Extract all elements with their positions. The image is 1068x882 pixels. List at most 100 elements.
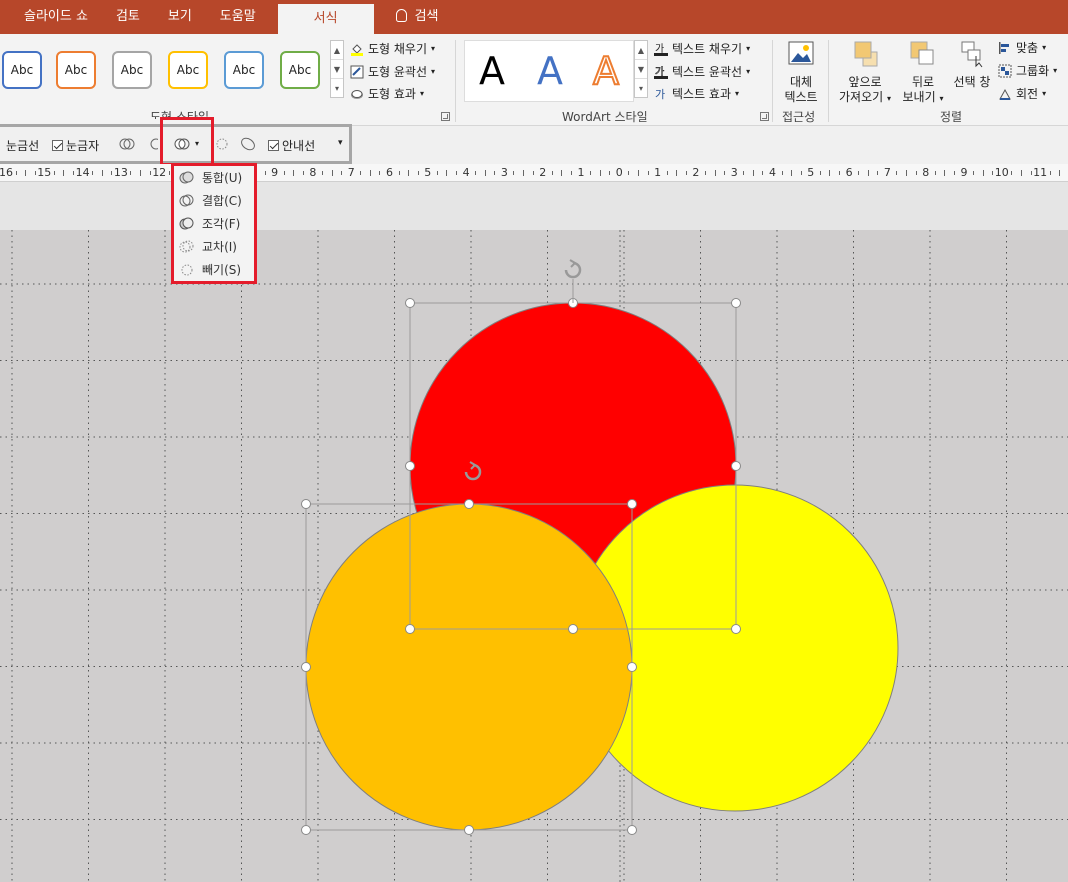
combine-shapes-icon[interactable] (148, 136, 158, 152)
gallery-scrollbar[interactable]: ▲ ▼ ▾ (330, 40, 344, 98)
group-separator (828, 40, 829, 122)
shape-style-thumbnail[interactable]: Abc (2, 51, 42, 89)
ruler-checkbox[interactable]: 눈금자 (52, 137, 99, 154)
tab-view[interactable]: 보기 (154, 0, 206, 34)
ruler-tick (704, 171, 706, 175)
tab-format[interactable]: 서식 (277, 4, 374, 34)
fragment-shapes-icon[interactable] (240, 136, 256, 152)
horizontal-ruler[interactable]: 1615141312111098765432101234567891011 (0, 164, 1068, 182)
alt-text-button[interactable]: 대체 텍스트 (782, 40, 820, 105)
shape-effects-button[interactable]: 도형 효과 ▾ (350, 85, 424, 102)
ruler-tick (570, 171, 572, 175)
text-effects-button[interactable]: 가 텍스트 효과 ▾ (654, 85, 739, 102)
align-label: 맞춤 (1016, 41, 1039, 55)
wordart-gallery[interactable]: A A A (464, 40, 634, 102)
ruler-tick-label: 8 (922, 166, 930, 179)
dropdown-arrow-icon: ▾ (746, 67, 751, 76)
shape-style-thumbnail[interactable]: Abc (224, 51, 264, 89)
menu-item-fragment[interactable]: 조각(F) (179, 215, 240, 232)
menu-item-label: 조각(F) (202, 217, 241, 231)
wordart-style[interactable]: A (592, 48, 620, 94)
align-button[interactable]: 맞춤 ▾ (998, 39, 1046, 56)
ruler-tick (561, 170, 563, 176)
ruler-tick-label: 16 (0, 166, 13, 179)
ruler-tick (666, 171, 668, 175)
ruler-tick (283, 171, 285, 175)
dialog-launcher-icon[interactable] (441, 112, 450, 121)
ruler-tick (523, 170, 525, 176)
dropdown-arrow-icon: ▾ (419, 89, 424, 98)
ruler-tick (398, 171, 400, 175)
shape-style-thumbnail[interactable]: Abc (56, 51, 96, 89)
menu-item-union[interactable]: 통합(U) (179, 169, 242, 186)
shape-style-thumbnail[interactable]: Abc (168, 51, 208, 89)
text-fill-icon: 가 (654, 43, 668, 56)
menu-item-intersect[interactable]: 교차(I) (179, 238, 237, 255)
guides-checkbox[interactable]: 안내선 (268, 137, 315, 154)
ruler-tick (973, 171, 975, 175)
ruler-tick-label: 2 (692, 166, 700, 179)
subtract-shapes-icon[interactable] (214, 136, 230, 152)
ruler-tick (63, 170, 65, 176)
ruler-tick (15, 171, 17, 175)
wordart-style[interactable]: A (537, 49, 563, 93)
gallery-down-icon[interactable]: ▼ (331, 60, 343, 79)
tab-search[interactable]: 검색 (382, 0, 453, 34)
text-fill-button[interactable]: 가 텍스트 채우기 ▾ (654, 40, 750, 57)
ruler-tick (676, 170, 678, 176)
customize-toolbar-icon[interactable]: ▾ (338, 138, 343, 148)
ruler-tick-label: 9 (960, 166, 968, 179)
menu-item-subtract[interactable]: 빼기(S) (179, 261, 241, 278)
dialog-launcher-icon[interactable] (760, 112, 769, 121)
shape-fill-button[interactable]: 도형 채우기 ▾ (350, 40, 435, 57)
gallery-down-icon[interactable]: ▼ (635, 60, 647, 79)
rotate-handle-icon[interactable] (564, 259, 582, 303)
slide-canvas[interactable] (0, 230, 1068, 882)
gallery-more-icon[interactable]: ▾ (635, 79, 647, 98)
shape-outline-button[interactable]: 도형 윤곽선 ▾ (350, 63, 435, 80)
ruler-tick (331, 170, 333, 176)
alt-text-line1: 대체 (789, 75, 813, 89)
dropdown-arrow-icon: ▾ (746, 44, 751, 53)
menu-item-combine[interactable]: 결합(C) (179, 192, 242, 209)
ruler-tick-label: 12 (152, 166, 167, 179)
ruler-tick (800, 171, 802, 175)
ruler-tick-label: 11 (1033, 166, 1048, 179)
shape-style-thumbnail[interactable]: Abc (112, 51, 152, 89)
tab-slideshow[interactable]: 슬라이드 쇼 (0, 0, 102, 34)
ruler-tick (484, 170, 486, 176)
gallery-more-icon[interactable]: ▾ (331, 79, 343, 98)
ruler-tick (168, 171, 170, 175)
wordart-style[interactable]: A (479, 49, 505, 93)
ruler-tick-label: 15 (37, 166, 52, 179)
checkbox-icon[interactable] (268, 140, 279, 151)
ruler-tick (867, 170, 869, 176)
selection-pane-button[interactable]: 선택 창 (950, 40, 994, 90)
gallery-up-icon[interactable]: ▲ (635, 41, 647, 60)
rotate-button[interactable]: 회전 ▾ (998, 85, 1046, 102)
ruler-tick (456, 171, 458, 175)
ruler-tick (714, 170, 716, 176)
tab-review[interactable]: 검토 (102, 0, 154, 34)
menu-item-label: 결합(C) (202, 194, 242, 208)
ruler-tick (25, 170, 27, 176)
ruler-tick-label: 13 (113, 166, 128, 179)
selection-pane-icon (961, 41, 983, 68)
merge-shapes-menu: 통합(U) 결합(C) 조각(F) 교차(I) 빼기(S) (171, 163, 257, 284)
subtract-icon (181, 264, 193, 276)
tab-help[interactable]: 도움말 (206, 0, 270, 34)
gallery-up-icon[interactable]: ▲ (331, 41, 343, 60)
checkbox-icon[interactable] (52, 140, 63, 151)
ruler-tick (369, 170, 371, 176)
wordart-scrollbar[interactable]: ▲ ▼ ▾ (634, 40, 648, 98)
union-icon (179, 171, 194, 184)
text-outline-button[interactable]: 가 텍스트 윤곽선 ▾ (654, 63, 750, 80)
fragment-icon (179, 217, 194, 230)
ruler-tick-label: 0 (615, 166, 623, 179)
shape-style-thumbnail[interactable]: Abc (280, 51, 320, 89)
group-button[interactable]: 그룹화 ▾ (998, 62, 1057, 79)
send-backward-button[interactable]: 뒤로 보내기 ▾ (902, 40, 944, 106)
union-shapes-icon[interactable] (119, 136, 135, 152)
bring-forward-button[interactable]: 앞으로 가져오기 ▾ (838, 40, 892, 106)
orange-circle[interactable] (305, 503, 633, 831)
